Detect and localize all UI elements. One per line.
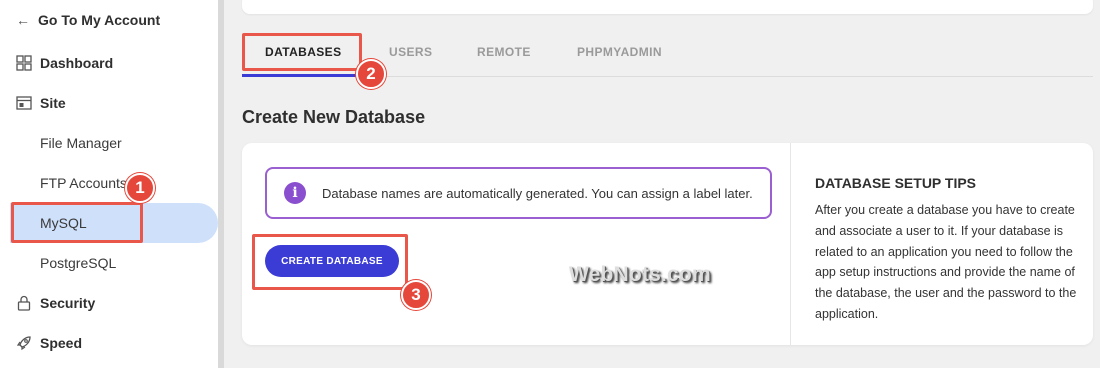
sidebar-item-postgresql[interactable]: PostgreSQL bbox=[40, 251, 116, 275]
sidebar-item-site[interactable]: Site bbox=[16, 91, 66, 115]
highlight-box-databases-tab bbox=[242, 33, 362, 71]
divider bbox=[790, 143, 791, 345]
top-card bbox=[242, 0, 1093, 14]
sidebar-item-label: Speed bbox=[40, 335, 83, 351]
watermark: WebNots.com bbox=[569, 263, 711, 286]
step-badge-1: 1 bbox=[125, 173, 155, 203]
sidebar-item-label: File Manager bbox=[40, 135, 122, 151]
sidebar-item-label: PostgreSQL bbox=[40, 255, 117, 271]
arrow-left-icon: ← bbox=[16, 12, 30, 28]
back-label: Go To My Account bbox=[38, 12, 161, 28]
rocket-icon bbox=[16, 335, 32, 351]
sidebar-item-speed[interactable]: Speed bbox=[16, 331, 82, 355]
highlight-box-mysql bbox=[11, 202, 143, 243]
sidebar-item-label: FTP Accounts bbox=[40, 175, 127, 191]
notice-text: Database names are automatically generat… bbox=[322, 185, 753, 201]
tab-phpmyadmin[interactable]: PHPMYADMIN bbox=[577, 45, 662, 59]
sidebar-item-ftp-accounts[interactable]: FTP Accounts bbox=[40, 171, 127, 195]
grid-icon bbox=[16, 55, 32, 71]
go-to-my-account-link[interactable]: ← Go To My Account bbox=[16, 10, 160, 30]
tab-users[interactable]: USERS bbox=[389, 45, 432, 59]
tab-remote[interactable]: REMOTE bbox=[477, 45, 531, 59]
active-tab-indicator bbox=[242, 74, 362, 77]
highlight-box-create-button bbox=[252, 234, 408, 290]
step-badge-2: 2 bbox=[356, 59, 386, 89]
page-title: Create New Database bbox=[242, 107, 426, 127]
sidebar-item-label: Dashboard bbox=[40, 55, 114, 71]
sidebar-item-label: Security bbox=[40, 295, 96, 311]
info-notice: i Database names are automatically gener… bbox=[265, 167, 772, 219]
tips-text: After you create a database you have to … bbox=[815, 203, 1077, 321]
tips-title: DATABASE SETUP TIPS bbox=[815, 175, 977, 191]
lock-icon bbox=[16, 295, 32, 311]
sidebar-scrollbar[interactable] bbox=[218, 0, 224, 368]
sidebar-item-security[interactable]: Security bbox=[16, 291, 95, 315]
info-icon: i bbox=[284, 182, 306, 204]
sidebar-item-label: Site bbox=[40, 95, 66, 111]
sidebar: ← Go To My Account Dashboard Site File M… bbox=[0, 0, 218, 368]
site-icon bbox=[16, 95, 32, 111]
sidebar-item-file-manager[interactable]: File Manager bbox=[40, 131, 122, 155]
sidebar-item-dashboard[interactable]: Dashboard bbox=[16, 51, 113, 75]
step-badge-3: 3 bbox=[401, 280, 431, 310]
